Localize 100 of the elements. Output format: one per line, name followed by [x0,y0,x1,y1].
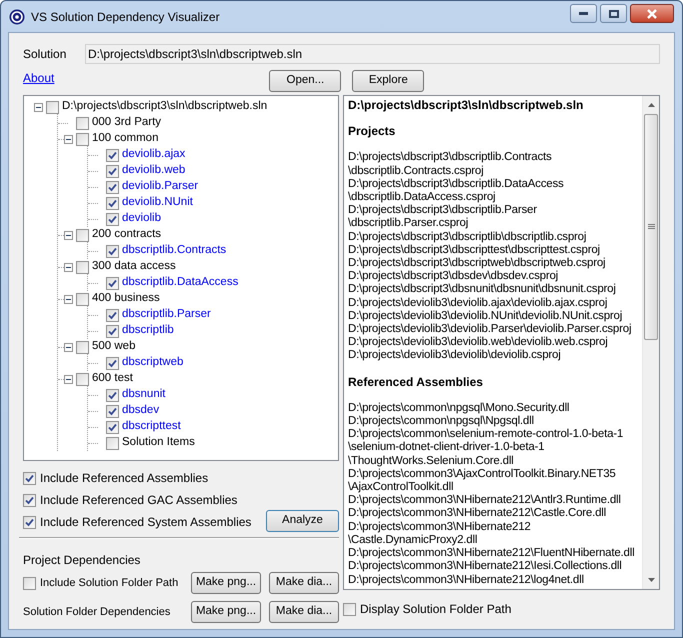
collapse-icon[interactable] [64,262,73,272]
checkbox[interactable] [106,148,119,162]
report-heading: Projects [348,125,396,138]
tree-item[interactable]: dbscriptlib.DataAccess [122,274,238,292]
tree-item[interactable]: deviolib [122,210,161,228]
maximize-button[interactable] [600,4,627,23]
checkbox[interactable] [106,276,119,290]
collapse-icon[interactable] [64,134,73,144]
push-button[interactable]: Make dia... [269,601,339,623]
report-line: D:\projects\common3\AjaxControlToolkit.Binary.NET35 [348,468,617,482]
collapse-icon[interactable] [34,102,43,112]
checkbox[interactable] [106,324,119,338]
tree-item[interactable]: dbscriptlib.Contracts [122,242,226,260]
report-line: D:\projects\deviolib3\deviolib.Parser\deviolib.Parser.csproj [348,323,632,336]
checkbox[interactable] [76,340,89,354]
report-line: D:\projects\common3\NHibernate212\log4net.dll [348,574,585,587]
tree-item[interactable]: deviolib.Parser [122,178,198,196]
checkbox[interactable] [23,576,36,590]
checkbox[interactable] [106,420,119,434]
checkbox[interactable] [23,494,36,506]
collapse-icon[interactable] [64,374,73,384]
checkbox[interactable] [76,228,89,242]
report-line: D:\projects\common\selenium-remote-control-1.0-beta-1 [348,428,624,442]
report-line: \dbscriptlib.Parser.csproj [348,217,470,231]
section-label: Solution Folder Dependencies [23,604,170,620]
tree-item[interactable]: dbsnunit [122,386,166,404]
checkbox[interactable] [46,100,59,114]
checkbox[interactable] [106,436,119,450]
collapse-icon[interactable] [64,230,73,240]
checkbox[interactable] [106,196,119,210]
tree-item[interactable]: 200 contracts [92,226,162,244]
checkbox[interactable] [106,180,119,194]
checkbox[interactable] [106,164,119,178]
checkbox[interactable] [343,602,356,616]
checkbox[interactable] [76,132,89,146]
app-logo-icon [9,8,25,24]
report-line: D:\projects\common3\NHibernate212\FluentNHibernate.dll [348,547,636,560]
solution-path-field[interactable]: D:\projects\dbscript3\sln\dbscriptweb.sln [85,44,660,64]
checkbox[interactable] [23,516,36,528]
report-heading: Referenced Assemblies [348,376,484,389]
push-button[interactable]: Analyze [266,510,339,532]
tree-item[interactable]: dbscriptweb [122,354,184,372]
push-button[interactable]: Make png... [191,572,261,594]
report-line: D:\projects\dbscript3\dbscriptlib.DataAccess [348,178,565,192]
checkbox[interactable] [76,116,89,130]
report-line: D:\projects\deviolib3\deviolib\deviolib.csproj [348,349,562,363]
close-button[interactable] [630,4,674,23]
tree-item[interactable]: dbscriptlib.Parser [122,306,211,324]
tree-item[interactable]: 500 web [92,338,136,356]
close-icon [646,8,658,18]
checkbox[interactable] [106,212,119,226]
tree-item[interactable]: deviolib.web [122,162,186,180]
collapse-icon[interactable] [64,294,73,304]
scroll-up-icon[interactable] [648,103,654,107]
tree-item[interactable]: 300 data access [92,258,176,276]
checkbox[interactable] [76,372,89,386]
checkbox[interactable] [106,356,119,370]
tree-item[interactable]: 400 business [92,290,160,308]
checkbox[interactable] [106,308,119,322]
push-button[interactable]: Explore [352,70,424,92]
tree-item[interactable]: dbscripttest [122,418,181,436]
report-line: \Castle.DynamicProxy2.dll [348,534,478,548]
minimize-button[interactable] [570,4,597,23]
project-tree[interactable] [23,95,339,461]
push-button[interactable]: Open... [269,70,342,92]
checkbox-label: Include Solution Folder Path [40,576,178,591]
scrollbar[interactable] [642,96,659,589]
tree-item[interactable]: deviolib.NUnit [122,194,193,212]
report-line: D:\projects\dbscript3\dbscriptweb\dbscriptweb.csproj [348,257,606,270]
checkbox[interactable] [106,388,119,402]
tree-item[interactable]: D:\projects\dbscript3\sln\dbscriptweb.sln [62,98,268,116]
checkbox[interactable] [23,472,36,484]
push-button[interactable]: Make png... [191,601,261,623]
tree-item[interactable]: 600 test [92,370,133,388]
checkbox[interactable] [106,404,119,418]
checkbox[interactable] [76,292,89,306]
collapse-icon[interactable] [64,342,73,352]
tree-item[interactable]: 100 common [92,130,158,148]
checkbox-label: Include Referenced System Assemblies [40,514,252,531]
report-line: D:\projects\dbscript3\dbscriptlib\dbscriptlib.csproj [348,230,588,244]
tree-item[interactable]: dbsdev [122,402,160,420]
report-line: D:\projects\common\npgsql\Mono.Security.dll [348,402,570,416]
tree-item[interactable]: dbscriptlib [122,322,174,340]
report-line: D:\projects\dbscript3\dbscriptlib.Contracts [348,151,553,165]
report-line: \selenium-dotnet-client-driver-1.0-beta-1 [348,441,546,455]
report-line: \dbscriptlib.Contracts.csproj [348,164,484,178]
window-title: VS Solution Dependency Visualizer [31,8,220,26]
about-link[interactable]: About [23,69,54,93]
tree-item[interactable]: Solution Items [122,434,195,452]
scroll-down-icon[interactable] [648,578,654,582]
push-button[interactable]: Make dia... [269,572,339,594]
tree-item[interactable]: deviolib.ajax [122,146,186,164]
scroll-thumb[interactable] [644,114,658,340]
tree-item[interactable]: 000 3rd Party [92,114,162,132]
report-line: D:\projects\common3\NHibernate212\Antlr3.Runtime.dll [348,494,622,508]
checkbox[interactable] [106,244,119,258]
section-label: Project Dependencies [23,552,142,567]
report-line: \dbscriptlib.DataAccess.csproj [348,191,496,204]
checkbox[interactable] [76,260,89,274]
report-line: D:\projects\dbscript3\dbsdev\dbsdev.csproj [348,270,559,284]
